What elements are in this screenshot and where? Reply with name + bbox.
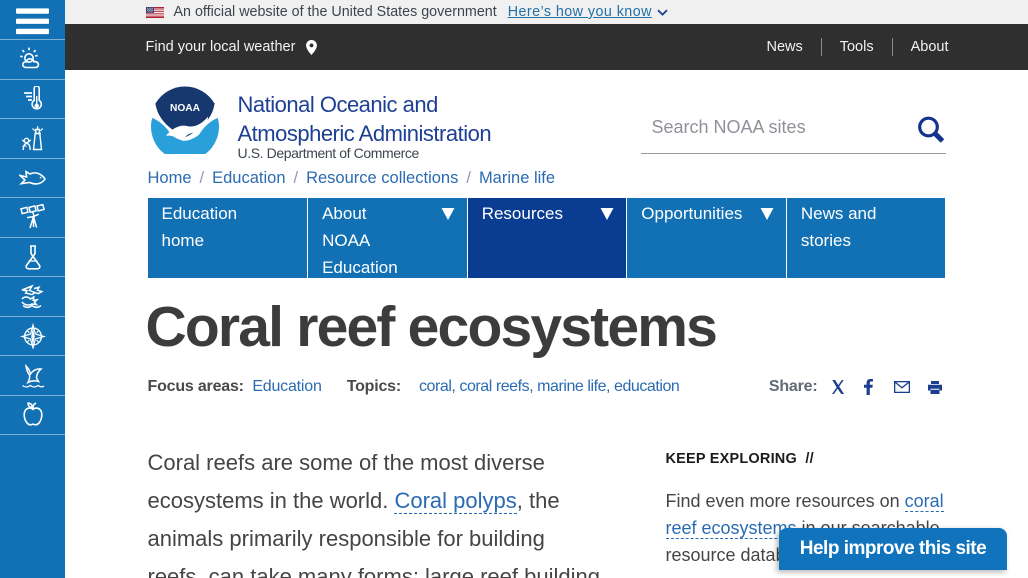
svg-text:NOAA: NOAA — [170, 103, 201, 114]
